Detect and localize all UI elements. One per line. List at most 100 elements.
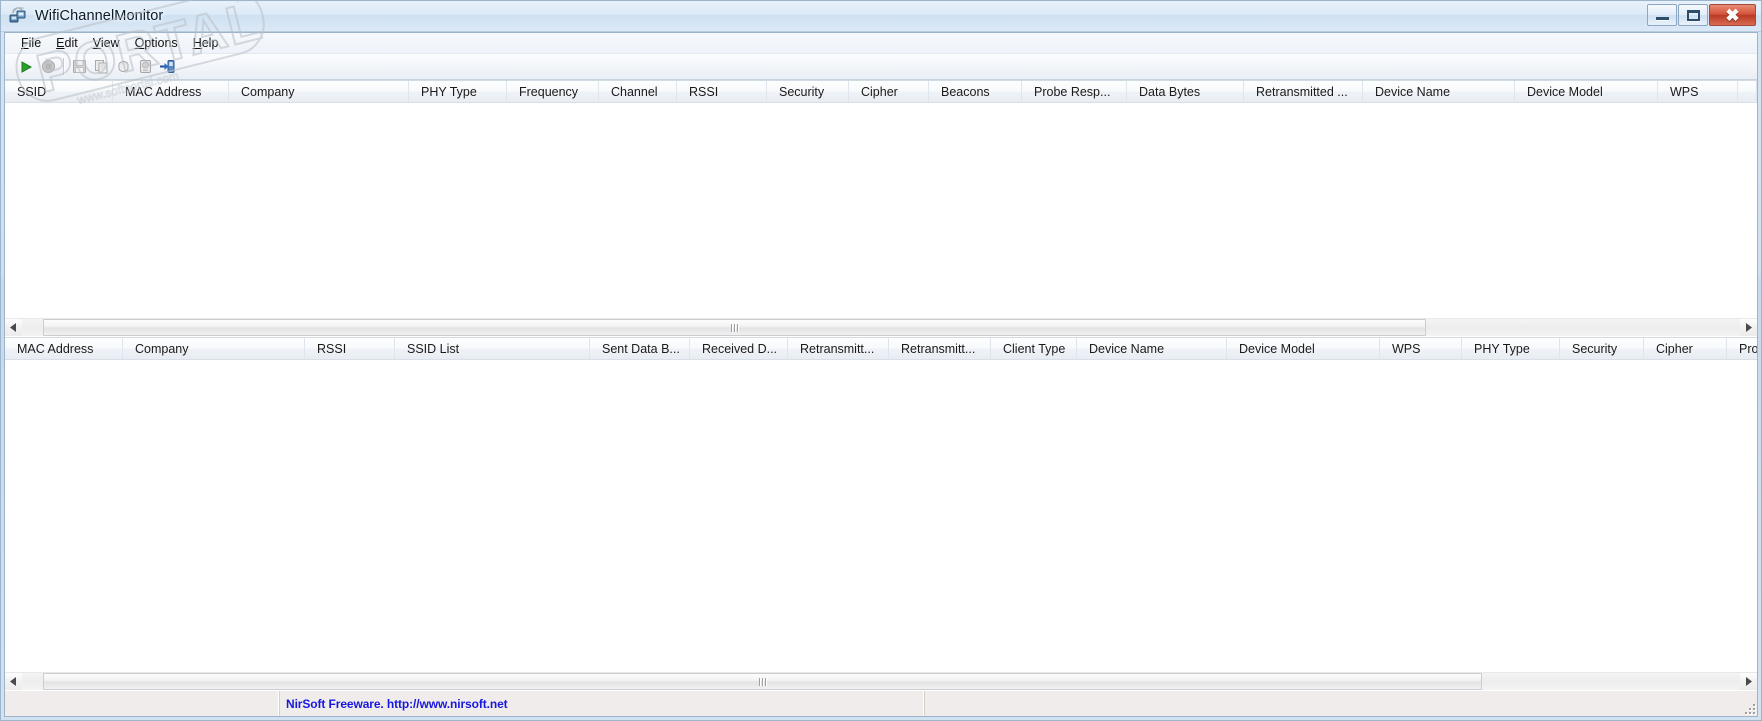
nirsoft-link[interactable]: NirSoft Freeware. http://www.nirsoft.net (286, 697, 508, 711)
column-header-label: RSSI (689, 84, 719, 99)
column-header[interactable]: Device Name (1363, 81, 1515, 102)
maximize-button[interactable] (1678, 4, 1708, 26)
column-header-label: Device Name (1089, 341, 1165, 356)
scroll-right-button[interactable] (1740, 673, 1757, 690)
column-header-label: Company (241, 84, 295, 99)
column-header-label: Cipher (861, 84, 898, 99)
column-header[interactable]: WPS (1380, 338, 1462, 359)
column-header[interactable]: Beacons (929, 81, 1022, 102)
chevron-left-icon (10, 323, 16, 332)
menu-options[interactable]: Options (128, 34, 186, 52)
column-header-label: WPS (1670, 84, 1699, 99)
minimize-button[interactable] (1647, 4, 1677, 26)
access-points-header[interactable]: SSID MAC Address Company PHY Type Frequency C… (5, 81, 1757, 103)
column-header[interactable]: Device Name (1077, 338, 1227, 359)
column-header[interactable]: Sent Data B... (590, 338, 690, 359)
column-header[interactable]: WPS (1658, 81, 1738, 102)
scroll-right-button[interactable] (1740, 319, 1757, 336)
clients-hscrollbar[interactable] (5, 672, 1757, 690)
window-title: WifiChannelMonitor (35, 8, 164, 24)
column-header[interactable]: Retransmitted ... (1244, 81, 1363, 102)
column-header[interactable]: PHY Type (1462, 338, 1560, 359)
column-header[interactable]: Channel (599, 81, 677, 102)
column-header[interactable]: Retransmitt... (788, 338, 889, 359)
column-header[interactable]: Company (123, 338, 305, 359)
menu-help[interactable]: Help (186, 34, 227, 52)
status-panel-credit: NirSoft Freeware. http://www.nirsoft.net (280, 691, 925, 716)
scroll-left-button[interactable] (5, 673, 22, 690)
menu-edit[interactable]: Edit (49, 34, 86, 52)
column-header[interactable]: RSSI (305, 338, 395, 359)
column-header-label: Beacons (941, 84, 990, 99)
scroll-track[interactable] (22, 319, 1740, 336)
column-header-label: Security (1572, 341, 1618, 356)
status-bar: NirSoft Freeware. http://www.nirsoft.net (5, 690, 1757, 716)
column-header[interactable]: Retransmitt... (889, 338, 991, 359)
advanced-options-button[interactable] (156, 56, 178, 78)
column-header-label: Security (779, 84, 825, 99)
column-header-label: Received D... (702, 341, 778, 356)
column-header[interactable]: Device Model (1227, 338, 1380, 359)
status-panel-right (925, 691, 1757, 716)
save-button (68, 56, 90, 78)
column-header-label: SSID (17, 84, 47, 99)
access-points-rows[interactable] (5, 103, 1757, 318)
play-icon (21, 60, 33, 73)
column-header-label: RSSI (317, 341, 347, 356)
column-header-label: Retransmitt... (901, 341, 976, 356)
wifi-clients-list[interactable]: MAC Address Company RSSI SSID List Sent Data… (5, 337, 1757, 672)
resize-grip[interactable] (1742, 701, 1755, 714)
column-header[interactable]: Company (229, 81, 409, 102)
scroll-thumb[interactable] (42, 673, 1483, 690)
column-header[interactable]: Client Type (991, 338, 1077, 359)
column-header[interactable]: Security (767, 81, 849, 102)
column-header-label: Probe Resp... (1034, 84, 1111, 99)
scroll-left-button[interactable] (5, 319, 22, 336)
scroll-track-rest[interactable] (1482, 673, 1740, 690)
close-button[interactable]: ✖ (1709, 4, 1756, 26)
column-header[interactable]: SSID (5, 81, 113, 102)
column-header[interactable]: Frequency (507, 81, 599, 102)
column-header[interactable]: MAC Address (5, 338, 123, 359)
thumb-grip-icon (758, 677, 766, 686)
column-header[interactable]: Received D... (690, 338, 788, 359)
column-header[interactable]: MAC Address (113, 81, 229, 102)
clients-header[interactable]: MAC Address Company RSSI SSID List Sent Data… (5, 338, 1757, 360)
access-points-hscrollbar[interactable] (5, 318, 1757, 336)
column-header[interactable]: Security (1560, 338, 1644, 359)
title-bar[interactable]: WifiChannelMonitor ✖ (1, 1, 1761, 32)
access-points-list[interactable]: SSID MAC Address Company PHY Type Frequency C… (5, 80, 1757, 318)
column-header[interactable]: Device Model (1515, 81, 1658, 102)
start-capture-button[interactable] (15, 56, 37, 78)
column-header-label: Sent Data B... (602, 341, 680, 356)
toolbar (5, 54, 1757, 80)
column-header-filler (1738, 81, 1757, 102)
column-header[interactable]: Data Bytes (1127, 81, 1244, 102)
column-header-label: Client Type (1003, 341, 1066, 356)
clients-rows[interactable] (5, 360, 1757, 672)
scroll-thumb[interactable] (42, 319, 1426, 336)
access-points-pane: SSID MAC Address Company PHY Type Frequency C… (5, 80, 1757, 337)
column-header-label: PHY Type (421, 84, 477, 99)
column-header-label: Device Model (1239, 341, 1315, 356)
properties-button (134, 56, 156, 78)
chevron-right-icon (1746, 677, 1752, 686)
column-header[interactable]: PHY Type (409, 81, 507, 102)
column-header[interactable]: Cipher (849, 81, 929, 102)
column-header[interactable]: Cipher (1644, 338, 1727, 359)
column-header-label: Device Name (1375, 84, 1451, 99)
html-report-button (112, 56, 134, 78)
scroll-track-rest[interactable] (1426, 319, 1740, 336)
column-header[interactable]: RSSI (677, 81, 767, 102)
chevron-left-icon (10, 677, 16, 686)
column-header-label: PHY Type (1474, 341, 1530, 356)
column-header-label: WPS (1392, 341, 1421, 356)
column-header[interactable]: Probe Resp... (1022, 81, 1127, 102)
scroll-track[interactable] (22, 673, 1740, 690)
menu-file[interactable]: File (14, 34, 49, 52)
stop-capture-button (37, 56, 59, 78)
clients-pane: MAC Address Company RSSI SSID List Sent Data… (5, 337, 1757, 690)
menu-view[interactable]: View (86, 34, 128, 52)
column-header[interactable]: SSID List (395, 338, 590, 359)
column-header[interactable]: Pro (1727, 338, 1757, 359)
